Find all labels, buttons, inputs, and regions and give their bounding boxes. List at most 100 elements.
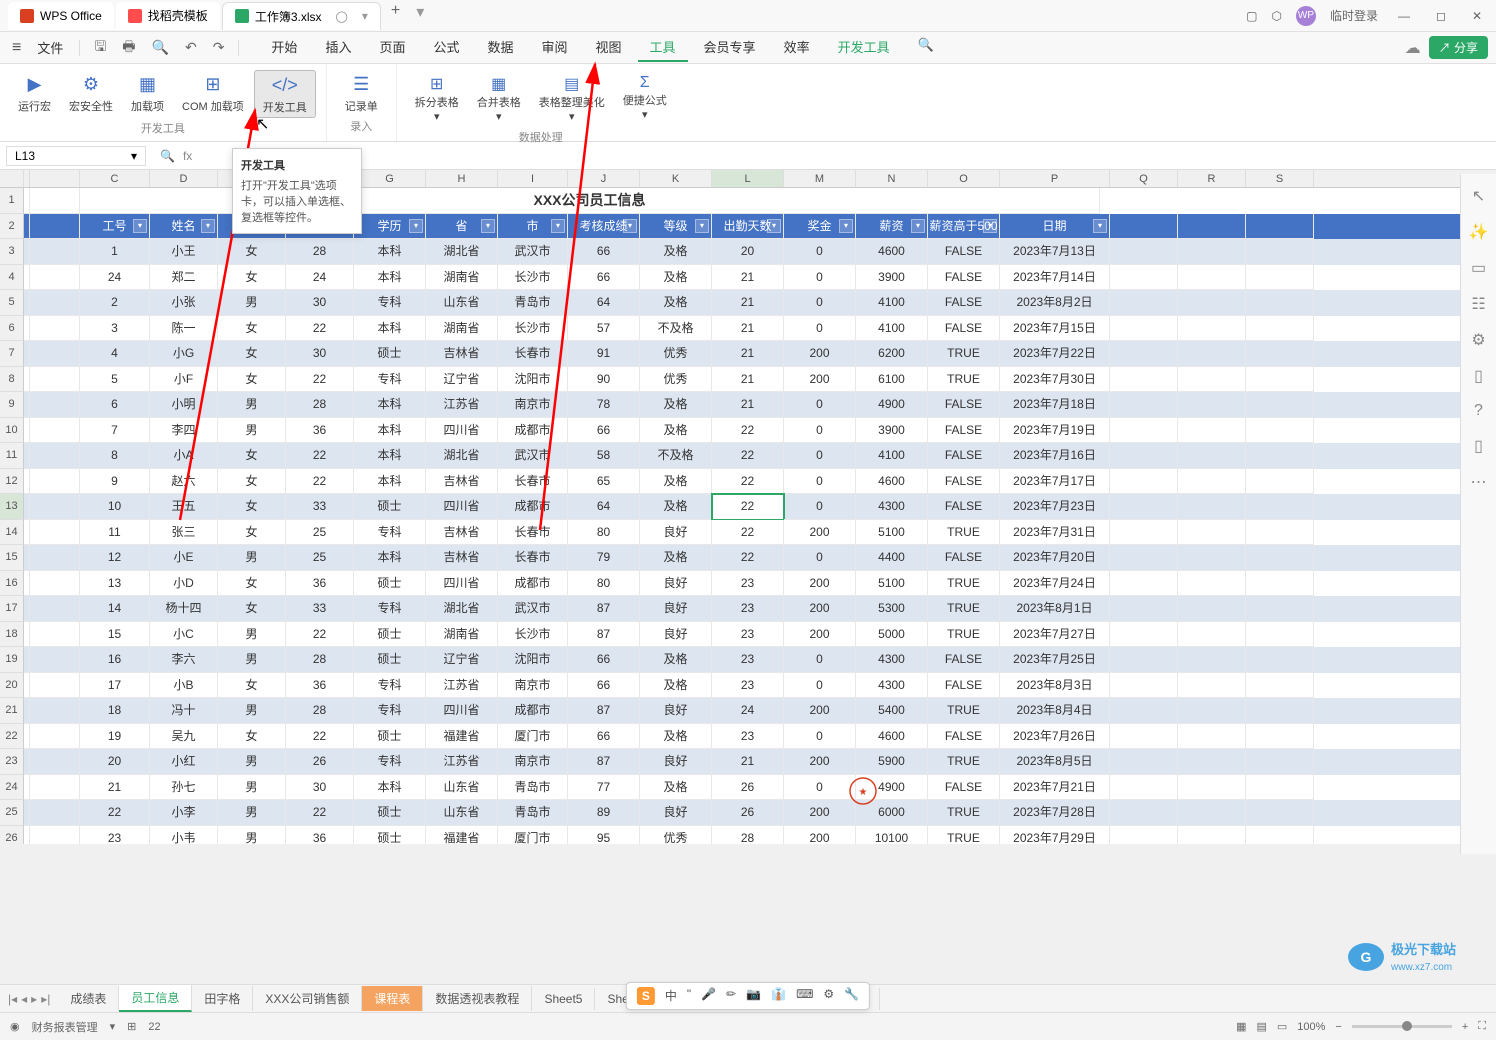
cell[interactable]: 女 — [218, 494, 286, 520]
cell[interactable]: 4600 — [856, 239, 928, 265]
cell[interactable]: FALSE — [928, 265, 1000, 291]
name-box[interactable]: L13 ▾ — [6, 146, 146, 166]
minimize-icon[interactable]: — — [1392, 9, 1416, 23]
cell[interactable]: 长沙市 — [498, 622, 568, 648]
cell[interactable]: 25 — [286, 545, 354, 571]
header-cell[interactable]: 省▾ — [426, 214, 498, 240]
cell[interactable]: 0 — [784, 494, 856, 520]
cell[interactable]: 23 — [712, 647, 784, 673]
cell[interactable] — [1178, 800, 1246, 826]
cell[interactable]: 青岛市 — [498, 290, 568, 316]
cell[interactable]: 16 — [80, 647, 150, 673]
cell[interactable]: 57 — [568, 316, 640, 342]
cell[interactable]: 21 — [712, 265, 784, 291]
cell[interactable]: 专科 — [354, 367, 426, 393]
row-header[interactable]: 10 — [0, 418, 24, 444]
cell[interactable] — [1110, 622, 1178, 648]
row-header[interactable]: 18 — [0, 622, 24, 648]
cell[interactable]: 80 — [568, 520, 640, 546]
cell[interactable]: 孙七 — [150, 775, 218, 801]
cell[interactable]: 女 — [218, 239, 286, 265]
cell[interactable]: 0 — [784, 418, 856, 444]
cell[interactable]: 4 — [80, 341, 150, 367]
cell[interactable]: 0 — [784, 724, 856, 750]
sparkle-icon[interactable]: ✨ — [1469, 222, 1489, 242]
row-header[interactable]: 20 — [0, 673, 24, 699]
tab-insert[interactable]: 插入 — [313, 33, 363, 62]
cell[interactable]: 不及格 — [640, 443, 712, 469]
cell[interactable]: 20 — [80, 749, 150, 775]
filter-icon[interactable]: ▾ — [551, 219, 565, 233]
row-header[interactable]: 23 — [0, 749, 24, 775]
cell[interactable]: 2023年7月22日 — [1000, 341, 1110, 367]
cell[interactable]: 22 — [286, 800, 354, 826]
cell[interactable]: 2023年8月2日 — [1000, 290, 1110, 316]
cell[interactable] — [30, 418, 80, 444]
cell[interactable]: 4300 — [856, 673, 928, 699]
cell[interactable]: 厦门市 — [498, 724, 568, 750]
cell[interactable]: 4100 — [856, 443, 928, 469]
cell[interactable]: 女 — [218, 469, 286, 495]
cell[interactable] — [1110, 367, 1178, 393]
cell[interactable]: 2023年7月15日 — [1000, 316, 1110, 342]
col-header[interactable]: M — [784, 170, 856, 187]
cell[interactable] — [30, 775, 80, 801]
cell[interactable]: FALSE — [928, 290, 1000, 316]
cell[interactable] — [1246, 673, 1314, 699]
cell[interactable]: 87 — [568, 698, 640, 724]
cell[interactable] — [1246, 469, 1314, 495]
col-header[interactable]: G — [354, 170, 426, 187]
last-sheet-icon[interactable]: ▸| — [41, 992, 50, 1006]
cell[interactable]: 吉林省 — [426, 520, 498, 546]
cube-icon[interactable]: ⬡ — [1271, 9, 1281, 23]
cell[interactable] — [1178, 698, 1246, 724]
cell[interactable]: 64 — [568, 290, 640, 316]
cell[interactable]: 吉林省 — [426, 341, 498, 367]
cell[interactable]: 硕士 — [354, 826, 426, 845]
cell[interactable]: 21 — [712, 749, 784, 775]
redo-icon[interactable]: ↷ — [207, 39, 231, 56]
cell[interactable]: 小D — [150, 571, 218, 597]
prev-sheet-icon[interactable]: ◂ — [21, 992, 27, 1006]
box-icon[interactable]: ▢ — [1246, 9, 1257, 23]
cell[interactable] — [1178, 596, 1246, 622]
cell[interactable]: 小F — [150, 367, 218, 393]
cell[interactable] — [1178, 265, 1246, 291]
cell[interactable]: 66 — [568, 673, 640, 699]
cell[interactable] — [1178, 545, 1246, 571]
cell[interactable]: 男 — [218, 647, 286, 673]
filter-icon[interactable]: ▾ — [409, 219, 423, 233]
cell[interactable]: TRUE — [928, 596, 1000, 622]
ime-lang[interactable]: 中 — [665, 987, 677, 1005]
tab-review[interactable]: 审阅 — [530, 33, 580, 62]
cell[interactable] — [1110, 265, 1178, 291]
cell[interactable] — [1110, 647, 1178, 673]
zoom-in-icon[interactable]: + — [1462, 1021, 1468, 1033]
cell[interactable]: 及格 — [640, 392, 712, 418]
cell[interactable] — [1110, 775, 1178, 801]
cell[interactable]: 80 — [568, 571, 640, 597]
cell[interactable]: 7 — [80, 418, 150, 444]
cell[interactable] — [1246, 239, 1314, 265]
row-header[interactable]: 15 — [0, 545, 24, 571]
cell[interactable]: 66 — [568, 418, 640, 444]
cell[interactable]: 女 — [218, 596, 286, 622]
cell[interactable]: 男 — [218, 622, 286, 648]
search-icon[interactable]: 🔍 — [906, 33, 946, 62]
cell[interactable]: 硕士 — [354, 341, 426, 367]
cell[interactable]: 0 — [784, 775, 856, 801]
fullscreen-icon[interactable]: ⛶ — [1478, 1020, 1486, 1033]
sheet-nav[interactable]: |◂ ◂ ▸ ▸| — [0, 992, 58, 1006]
cell[interactable]: 硕士 — [354, 800, 426, 826]
cell[interactable]: 6100 — [856, 367, 928, 393]
cell[interactable]: 24 — [80, 265, 150, 291]
cell[interactable]: 22 — [712, 469, 784, 495]
cell[interactable]: 5400 — [856, 698, 928, 724]
cell[interactable]: 成都市 — [498, 418, 568, 444]
cell[interactable]: 优秀 — [640, 367, 712, 393]
cell[interactable]: 200 — [784, 596, 856, 622]
cell[interactable] — [1246, 443, 1314, 469]
cell[interactable]: 87 — [568, 749, 640, 775]
cell[interactable]: 12 — [80, 545, 150, 571]
cell[interactable]: 200 — [784, 520, 856, 546]
